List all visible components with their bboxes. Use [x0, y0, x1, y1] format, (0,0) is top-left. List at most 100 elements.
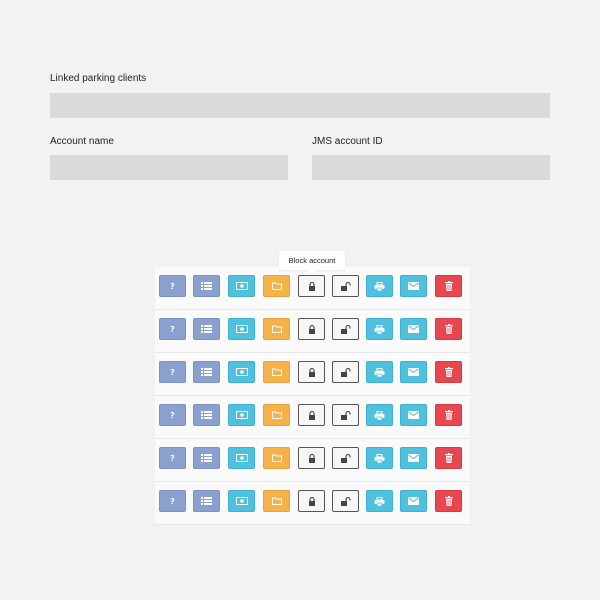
money-button[interactable]: [228, 490, 255, 512]
lock-icon: [308, 324, 316, 334]
help-button[interactable]: ?: [159, 361, 186, 383]
list-icon: [201, 282, 212, 290]
table-row: ?: [155, 310, 470, 353]
lock-button[interactable]: [298, 275, 325, 297]
account-name-field[interactable]: [50, 155, 288, 180]
folder-button[interactable]: [263, 361, 290, 383]
table-row: ?: [155, 396, 470, 439]
help-button[interactable]: ?: [159, 447, 186, 469]
unlock-icon: [340, 496, 351, 506]
lock-icon: [308, 453, 316, 463]
folder-button[interactable]: [263, 275, 290, 297]
mail-button[interactable]: [400, 361, 427, 383]
mail-button[interactable]: [400, 447, 427, 469]
account-page: Linked parking clients Account name JMS …: [0, 0, 600, 600]
table-row: ?: [155, 353, 470, 396]
print-icon: [374, 324, 385, 334]
print-button[interactable]: [366, 361, 393, 383]
mail-button[interactable]: [400, 404, 427, 426]
unlock-button[interactable]: [332, 447, 359, 469]
trash-icon: [444, 496, 453, 506]
question-icon: ?: [170, 324, 175, 334]
unlock-button[interactable]: [332, 318, 359, 340]
print-button[interactable]: [366, 275, 393, 297]
mail-button[interactable]: [400, 275, 427, 297]
unlock-button[interactable]: [332, 275, 359, 297]
linked-parking-clients-field[interactable]: [50, 93, 550, 118]
print-button[interactable]: [366, 404, 393, 426]
question-icon: ?: [170, 410, 175, 420]
jms-account-id-field[interactable]: [312, 155, 550, 180]
lock-button[interactable]: [298, 361, 325, 383]
help-button[interactable]: ?: [159, 490, 186, 512]
print-button[interactable]: [366, 490, 393, 512]
lock-button[interactable]: [298, 447, 325, 469]
money-icon: [235, 368, 248, 376]
money-button[interactable]: [228, 275, 255, 297]
folder-icon: [271, 411, 282, 419]
lock-button[interactable]: [298, 404, 325, 426]
folder-button[interactable]: [263, 447, 290, 469]
mail-button[interactable]: [400, 490, 427, 512]
list-button[interactable]: [193, 318, 220, 340]
folder-icon: [271, 454, 282, 462]
list-icon: [201, 497, 212, 505]
trash-button[interactable]: [435, 318, 462, 340]
print-icon: [374, 367, 385, 377]
question-icon: ?: [170, 496, 175, 506]
trash-icon: [444, 324, 453, 334]
folder-button[interactable]: [263, 490, 290, 512]
folder-button[interactable]: [263, 318, 290, 340]
folder-button[interactable]: [263, 404, 290, 426]
folder-icon: [271, 325, 282, 333]
trash-icon: [444, 453, 453, 463]
list-button[interactable]: [193, 275, 220, 297]
help-button[interactable]: ?: [159, 275, 186, 297]
trash-button[interactable]: [435, 275, 462, 297]
folder-icon: [271, 282, 282, 290]
mail-icon: [408, 282, 419, 290]
lock-button[interactable]: [298, 318, 325, 340]
help-button[interactable]: ?: [159, 404, 186, 426]
money-icon: [235, 454, 248, 462]
money-icon: [235, 411, 248, 419]
unlock-icon: [340, 410, 351, 420]
money-button[interactable]: [228, 318, 255, 340]
mail-icon: [408, 368, 419, 376]
unlock-button[interactable]: [332, 361, 359, 383]
trash-button[interactable]: [435, 404, 462, 426]
lock-icon: [308, 367, 316, 377]
print-button[interactable]: [366, 318, 393, 340]
trash-button[interactable]: [435, 447, 462, 469]
folder-icon: [271, 497, 282, 505]
mail-icon: [408, 454, 419, 462]
print-button[interactable]: [366, 447, 393, 469]
unlock-icon: [340, 367, 351, 377]
lock-button[interactable]: [298, 490, 325, 512]
money-button[interactable]: [228, 447, 255, 469]
unlock-button[interactable]: [332, 404, 359, 426]
help-button[interactable]: ?: [159, 318, 186, 340]
money-icon: [235, 282, 248, 290]
unlock-icon: [340, 324, 351, 334]
list-button[interactable]: [193, 404, 220, 426]
unlock-button[interactable]: [332, 490, 359, 512]
trash-icon: [444, 410, 453, 420]
list-button[interactable]: [193, 361, 220, 383]
list-button[interactable]: [193, 447, 220, 469]
jms-account-id-label: JMS account ID: [312, 136, 383, 147]
mail-icon: [408, 497, 419, 505]
money-button[interactable]: [228, 404, 255, 426]
mail-icon: [408, 411, 419, 419]
lock-icon: [308, 410, 316, 420]
trash-button[interactable]: [435, 361, 462, 383]
folder-icon: [271, 368, 282, 376]
block-account-tooltip: Block account: [279, 251, 345, 275]
list-button[interactable]: [193, 490, 220, 512]
trash-button[interactable]: [435, 490, 462, 512]
mail-button[interactable]: [400, 318, 427, 340]
table-row: ?: [155, 482, 470, 525]
account-name-label: Account name: [50, 136, 114, 147]
money-button[interactable]: [228, 361, 255, 383]
print-icon: [374, 281, 385, 291]
